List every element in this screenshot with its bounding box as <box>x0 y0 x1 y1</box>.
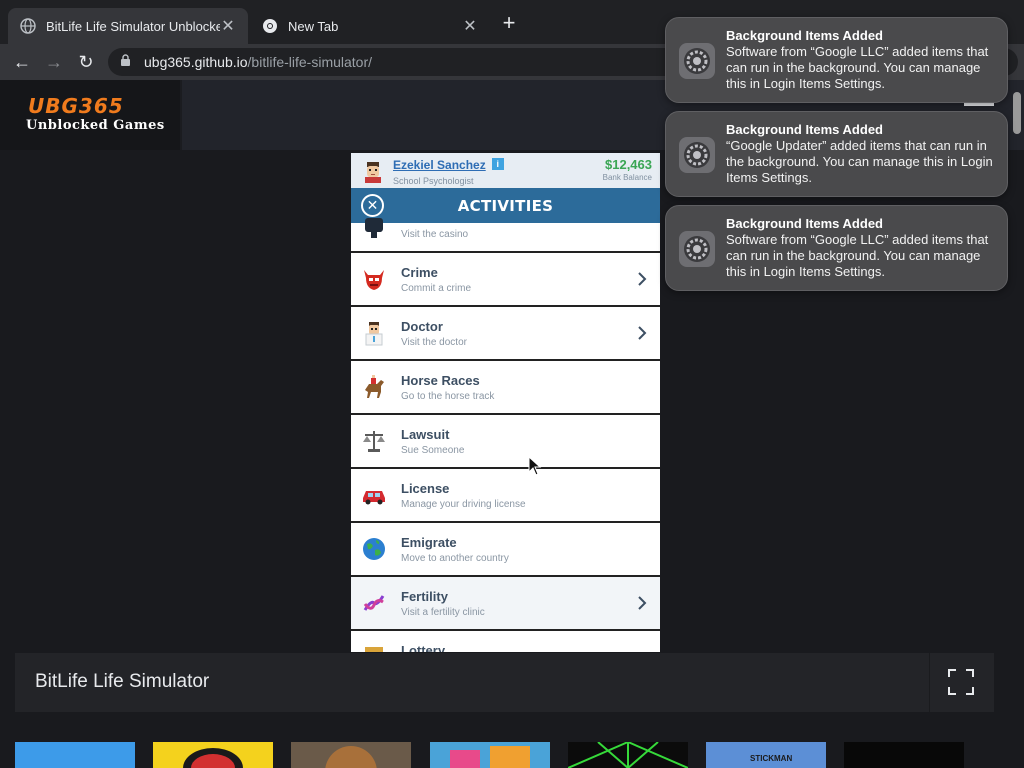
tab-bitlife[interactable]: BitLife Life Simulator Unblocke ✕ <box>8 8 248 44</box>
doctor-icon <box>361 320 387 346</box>
notification-body: “Google Updater” added items that can ru… <box>726 138 993 185</box>
player-name[interactable]: Ezekiel Sanchez <box>393 158 486 172</box>
game-title: BitLife Life Simulator <box>35 671 210 692</box>
activities-header: ✕ ACTIVITIES <box>351 188 660 223</box>
url-host: ubg365.github.io <box>144 54 248 70</box>
activity-subtitle: Visit the casino <box>401 229 469 240</box>
gear-icon <box>678 42 716 80</box>
page-scrollbar[interactable] <box>1013 92 1021 134</box>
activity-subtitle: Move to another country <box>401 552 509 564</box>
list-item-lawsuit[interactable]: Lawsuit Sue Someone <box>351 415 660 469</box>
lock-icon <box>120 54 134 70</box>
panel-title: ACTIVITIES <box>457 196 554 215</box>
game-thumbnail[interactable]: STICKMAN <box>706 742 826 768</box>
activity-name: Lawsuit <box>401 426 450 442</box>
globe-icon <box>20 18 36 34</box>
related-games: STICKMAN <box>15 742 975 768</box>
close-icon[interactable]: ✕ <box>361 194 384 217</box>
tab-title: BitLife Life Simulator Unblocke <box>46 18 220 34</box>
gear-icon <box>678 136 716 174</box>
player-job: School Psychologist <box>393 175 474 186</box>
notification-title: Background Items Added <box>726 122 883 137</box>
logo-subtitle: Unblocked Games <box>26 118 165 133</box>
site-logo[interactable]: UBG365 Unblocked Games <box>0 80 180 150</box>
notification-body: Software from “Google LLC” added items t… <box>726 44 989 91</box>
chevron-right-icon <box>636 271 648 287</box>
player-info: Ezekiel Sanchez i School Psychologist <box>393 156 504 186</box>
notification-body: Software from “Google LLC” added items t… <box>726 232 989 279</box>
info-icon[interactable]: i <box>491 158 504 171</box>
activity-name: Emigrate <box>401 534 457 550</box>
game-thumbnail[interactable] <box>291 742 411 768</box>
list-item-casino[interactable]: Visit the casino <box>351 218 660 253</box>
notification-title: Background Items Added <box>726 216 883 231</box>
car-icon <box>361 482 387 508</box>
activity-name: Horse Races <box>401 372 480 388</box>
list-item-doctor[interactable]: Doctor Visit the doctor <box>351 307 660 361</box>
scales-icon <box>361 428 387 454</box>
game-title-bar: BitLife Life Simulator <box>15 653 994 712</box>
back-arrow-icon[interactable]: ← <box>10 50 34 74</box>
activity-subtitle: Sue Someone <box>401 444 465 456</box>
player-bar: Ezekiel Sanchez i School Psychologist $12… <box>351 153 660 188</box>
chrome-icon <box>262 18 278 34</box>
game-thumbnail[interactable] <box>15 742 135 768</box>
game-thumbnail[interactable] <box>568 742 688 768</box>
list-item-lottery[interactable]: Lottery <box>351 631 660 652</box>
game-thumbnail[interactable] <box>153 742 273 768</box>
activity-name: License <box>401 480 450 496</box>
close-tab-icon[interactable]: ✕ <box>220 16 236 36</box>
activity-subtitle: Manage your driving license <box>401 498 526 510</box>
list-item-horse-races[interactable]: Horse Races Go to the horse track <box>351 361 660 415</box>
tab-new-tab[interactable]: New Tab ✕ <box>250 8 490 44</box>
globe-icon <box>361 536 387 562</box>
tab-title: New Tab <box>288 18 339 34</box>
chevron-right-icon <box>636 595 648 611</box>
horse-racing-icon <box>361 374 387 400</box>
activity-name: Fertility <box>401 588 448 604</box>
lottery-icon <box>361 643 387 652</box>
activity-name: Crime <box>401 264 438 280</box>
balance-label: Bank Balance <box>602 173 652 182</box>
activity-subtitle: Go to the horse track <box>401 390 495 402</box>
dna-icon <box>361 590 387 616</box>
notification-card[interactable]: Background Items Added Software from “Go… <box>665 17 1008 103</box>
reload-icon[interactable]: ↻ <box>74 50 98 74</box>
new-tab-button[interactable]: + <box>498 12 520 34</box>
activity-subtitle: Visit the doctor <box>401 336 467 348</box>
activity-name: Lottery <box>401 643 446 652</box>
activity-name: Doctor <box>401 318 443 334</box>
casino-icon <box>361 215 387 241</box>
avatar[interactable] <box>361 159 385 183</box>
notification-title: Background Items Added <box>726 28 883 43</box>
chevron-right-icon <box>636 325 648 341</box>
close-tab-icon[interactable]: ✕ <box>462 16 478 36</box>
game-frame[interactable]: Ezekiel Sanchez i School Psychologist $12… <box>351 153 660 652</box>
bank-balance: $12,463 Bank Balance <box>603 157 652 182</box>
notification-card[interactable]: Background Items Added Software from “Go… <box>665 205 1008 291</box>
logo-title: UBG365 <box>28 94 124 118</box>
list-item-license[interactable]: License Manage your driving license <box>351 469 660 523</box>
activities-list: Visit the casino Crime Commit a crime Do… <box>351 218 660 652</box>
url-path: /bitlife-life-simulator/ <box>247 54 373 70</box>
activity-subtitle: Commit a crime <box>401 282 472 294</box>
mouse-cursor-icon <box>528 455 542 476</box>
forward-arrow-icon[interactable]: → <box>42 50 66 74</box>
game-thumbnail[interactable] <box>430 742 550 768</box>
thumbnail-label: STICKMAN <box>750 754 793 763</box>
game-thumbnail[interactable] <box>844 742 964 768</box>
balance-amount: $12,463 <box>605 157 652 172</box>
divider <box>929 653 930 712</box>
gear-icon <box>678 230 716 268</box>
devil-mask-icon <box>361 266 387 292</box>
fullscreen-icon[interactable] <box>948 669 974 695</box>
list-item-emigrate[interactable]: Emigrate Move to another country <box>351 523 660 577</box>
activity-subtitle: Visit a fertility clinic <box>401 606 485 618</box>
list-item-crime[interactable]: Crime Commit a crime <box>351 253 660 307</box>
list-item-fertility[interactable]: Fertility Visit a fertility clinic <box>351 577 660 631</box>
notification-card[interactable]: Background Items Added “Google Updater” … <box>665 111 1008 197</box>
